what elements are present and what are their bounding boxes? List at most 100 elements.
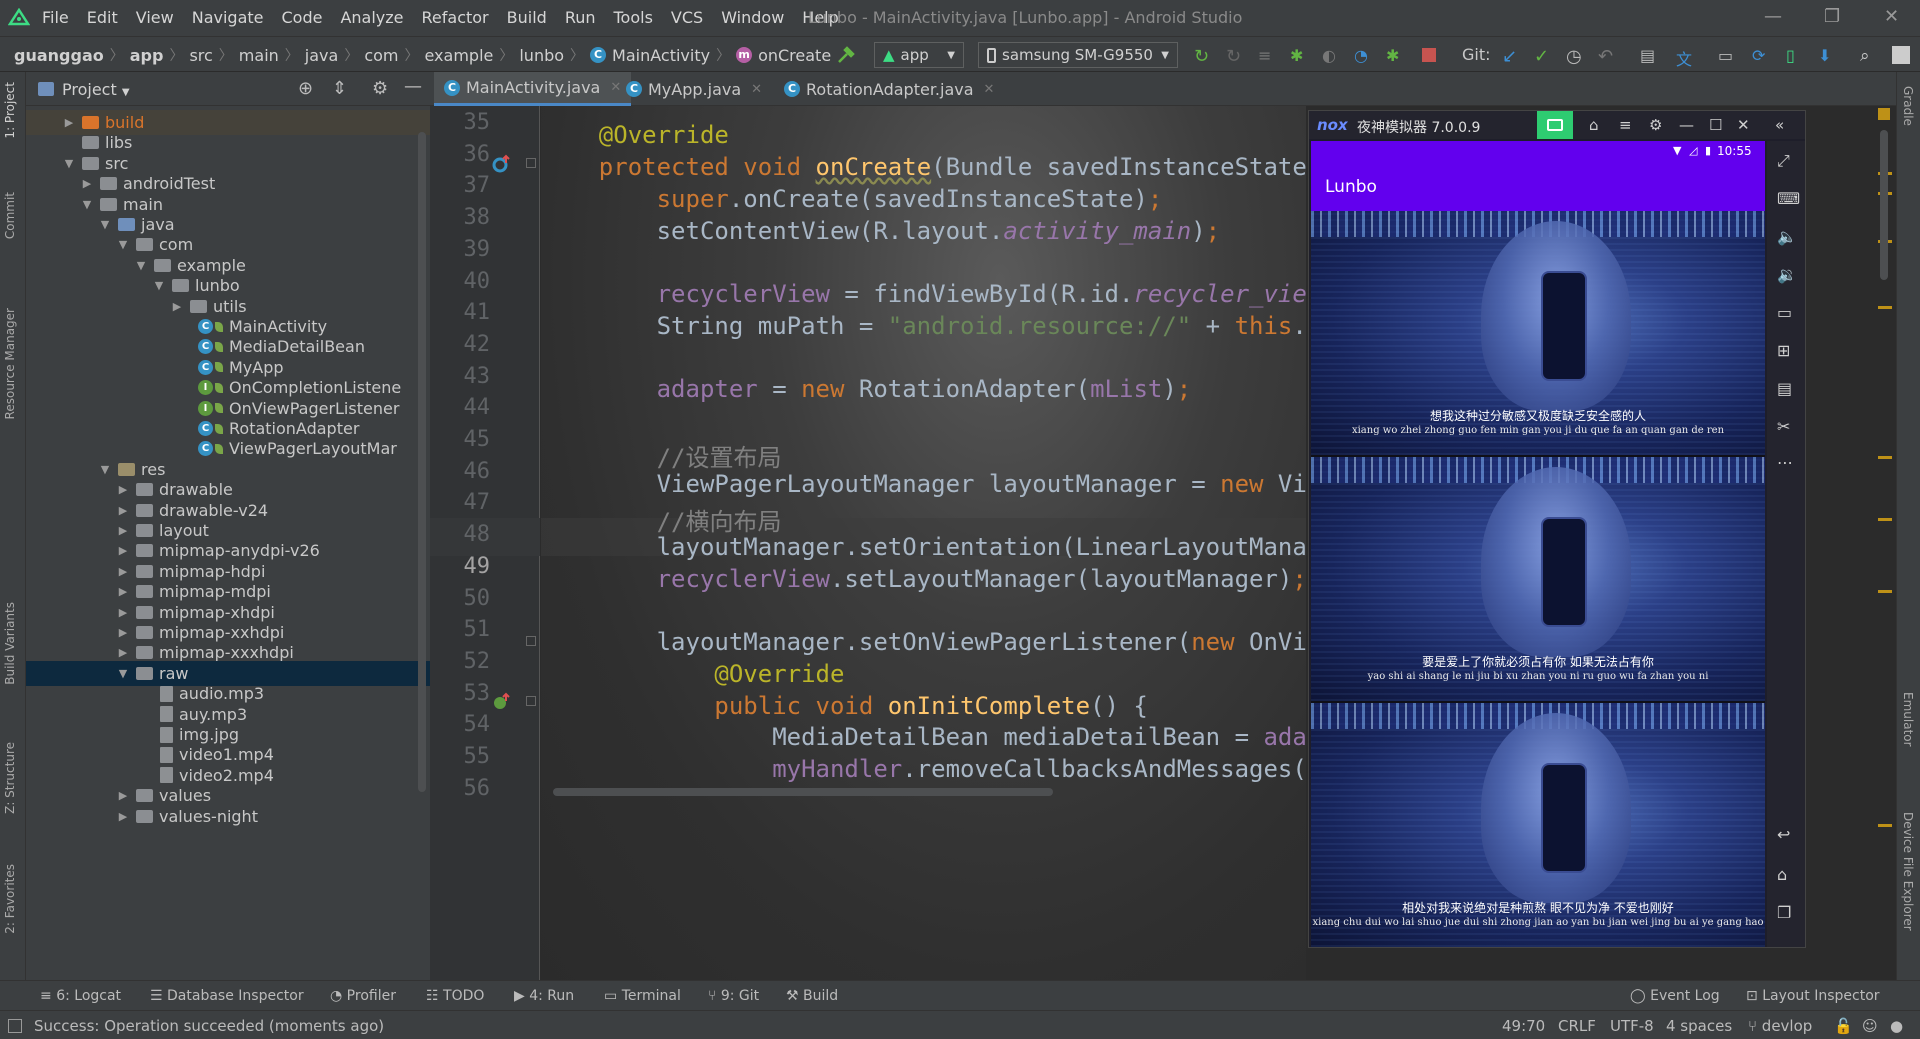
close-tab-icon[interactable]: ✕	[751, 82, 762, 97]
sync-icon[interactable]: ⟳	[1752, 46, 1770, 65]
tool-window-button[interactable]: ☰ Database Inspector	[150, 988, 304, 1004]
menu-build[interactable]: Build	[507, 8, 547, 27]
close-icon[interactable]: ✕	[1884, 6, 1899, 27]
file-encoding[interactable]: UTF-8	[1610, 1017, 1654, 1035]
tree-item[interactable]: ▶ values-night	[26, 804, 430, 829]
project-tool-button[interactable]: 1: Project	[3, 82, 17, 139]
collapse-arrow-icon[interactable]: ▶	[116, 483, 130, 496]
breadcrumb-item[interactable]: MainActivity	[612, 46, 710, 65]
restore-icon[interactable]: ❐	[1824, 6, 1840, 27]
device-select[interactable]: samsung SM-G9550 ▼	[978, 42, 1178, 68]
rollback-icon[interactable]: ↶	[1598, 46, 1616, 67]
gear-icon[interactable]: ⚙	[372, 78, 388, 99]
scissors-icon[interactable]: ✂	[1777, 417, 1790, 436]
locate-icon[interactable]: ⊕	[298, 78, 313, 99]
collapse-arrow-icon[interactable]: ▶	[116, 626, 130, 639]
device-file-explorer-tool-button[interactable]: Device File Explorer	[1901, 812, 1915, 931]
minimize-icon[interactable]: —	[1679, 116, 1694, 134]
collapse-arrow-icon[interactable]: ▶	[116, 789, 130, 802]
implements-marker-icon[interactable]	[492, 692, 512, 712]
expand-arrow-icon[interactable]: ▼	[98, 463, 112, 476]
menu-navigate[interactable]: Navigate	[192, 8, 264, 27]
editor-tab[interactable]: C MainActivity.java ✕	[434, 72, 632, 106]
collapse-arrow-icon[interactable]: ▶	[80, 177, 94, 190]
collapse-arrow-icon[interactable]: ▶	[116, 544, 130, 557]
user-icon[interactable]	[1892, 46, 1910, 64]
video-frame[interactable]: 要是爱上了你就必须占有你 如果无法占有你 yao shi ai shang le …	[1311, 457, 1765, 701]
apk-install-icon[interactable]: ⊞	[1777, 341, 1790, 360]
code-editor[interactable]: @Override protected void onCreate(Bundle…	[541, 106, 1306, 980]
search-icon[interactable]: ⌕	[1860, 46, 1878, 66]
stop-icon[interactable]	[1420, 46, 1438, 64]
collapse-arrow-icon[interactable]: ▶	[116, 524, 130, 537]
tool-window-button[interactable]: ☷ TODO	[426, 988, 484, 1004]
scroll-marker[interactable]	[1878, 824, 1892, 827]
collapse-arrow-icon[interactable]: ▶	[170, 300, 184, 313]
volume-down-icon[interactable]: 🔉	[1777, 265, 1797, 284]
warning-indicator[interactable]	[1878, 108, 1890, 120]
tool-window-button[interactable]: ◯ Event Log	[1630, 988, 1720, 1004]
menu-window[interactable]: Window	[721, 8, 784, 27]
favorites-tool-button[interactable]: 2: Favorites	[3, 864, 17, 934]
breadcrumb-item[interactable]: src	[189, 46, 212, 65]
maximize-icon[interactable]: ☐	[1709, 116, 1722, 134]
lock-icon[interactable]: 🔓	[1834, 1017, 1853, 1035]
run-config-select[interactable]: ▲ app ▼	[874, 42, 964, 68]
screen-icon[interactable]: ▭	[1777, 303, 1792, 322]
home-icon[interactable]: ⌂	[1777, 865, 1787, 884]
attach-debugger-icon[interactable]: ✱	[1386, 46, 1404, 65]
breadcrumb-item[interactable]: example	[424, 46, 493, 65]
collapse-arrow-icon[interactable]: ▶	[62, 116, 76, 129]
collapse-arrow-icon[interactable]: ▶	[116, 606, 130, 619]
collapse-arrow-icon[interactable]: ▶	[116, 810, 130, 823]
fold-icon[interactable]	[526, 158, 536, 168]
shared-folder-icon[interactable]: ▤	[1777, 379, 1792, 398]
tool-window-button[interactable]: ⊡ Layout Inspector	[1746, 988, 1880, 1004]
scroll-marker[interactable]	[1878, 590, 1892, 593]
indent-setting[interactable]: 4 spaces	[1666, 1017, 1732, 1035]
menu-vcs[interactable]: VCS	[671, 8, 703, 27]
fold-icon[interactable]	[526, 636, 536, 646]
resource-manager-tool-button[interactable]: Resource Manager	[3, 308, 17, 419]
menu-edit[interactable]: Edit	[87, 8, 118, 27]
collapse-arrow-icon[interactable]: ▶	[116, 585, 130, 598]
expand-arrow-icon[interactable]: ▼	[152, 279, 166, 292]
back-icon[interactable]: ↩	[1777, 825, 1790, 844]
gradle-tool-button[interactable]: Gradle	[1901, 86, 1915, 126]
horizontal-scrollbar[interactable]	[553, 788, 1053, 796]
breadcrumb-item[interactable]: app	[130, 46, 164, 65]
expand-arrow-icon[interactable]: ▼	[98, 218, 112, 231]
tool-window-button[interactable]: ⑂ 9: Git	[708, 988, 759, 1004]
tree-scrollbar[interactable]	[418, 132, 426, 792]
project-structure-icon[interactable]: ▤	[1640, 46, 1658, 65]
menu-view[interactable]: View	[136, 8, 174, 27]
scroll-marker[interactable]	[1878, 518, 1892, 521]
translate-icon[interactable]: 文	[1676, 46, 1694, 69]
scroll-marker[interactable]	[1878, 306, 1892, 309]
editor-scrollbar[interactable]	[1880, 130, 1888, 280]
editor-tab[interactable]: C RotationAdapter.java ✕	[774, 72, 1004, 106]
collapse-sidebar-icon[interactable]: «	[1775, 116, 1784, 134]
fold-icon[interactable]	[526, 696, 536, 706]
expand-arrow-icon[interactable]: ▼	[80, 198, 94, 211]
project-view-selector[interactable]: Project ▼	[62, 80, 130, 99]
menu-refactor[interactable]: Refactor	[422, 8, 489, 27]
breadcrumb-item[interactable]: lunbo	[519, 46, 564, 65]
collapse-all-icon[interactable]: ⇕	[332, 78, 347, 99]
breadcrumb-item[interactable]: com	[364, 46, 398, 65]
layout-icon[interactable]: ≡	[1258, 46, 1276, 65]
home-icon[interactable]: ⌂	[1589, 116, 1599, 134]
commit-tool-button[interactable]: Commit	[3, 192, 17, 239]
scroll-marker[interactable]	[1878, 456, 1892, 459]
breadcrumb-item[interactable]: main	[239, 46, 279, 65]
history-icon[interactable]: ◷	[1566, 46, 1584, 67]
panel-toggle-icon[interactable]	[8, 1019, 22, 1033]
video-frame[interactable]: 想我这种过分敏感又极度缺乏安全感的人 xiang wo zhei zhong gu…	[1311, 211, 1765, 455]
structure-tool-button[interactable]: Z: Structure	[3, 742, 17, 814]
coverage-icon[interactable]: ◐	[1322, 46, 1340, 65]
build-variants-tool-button[interactable]: Build Variants	[3, 602, 17, 685]
recents-icon[interactable]: ❐	[1777, 903, 1791, 922]
expand-arrow-icon[interactable]: ▼	[116, 667, 130, 680]
avd-manager-icon[interactable]: ▭	[1718, 46, 1736, 65]
keyboard-icon[interactable]: ⌨	[1777, 189, 1800, 208]
